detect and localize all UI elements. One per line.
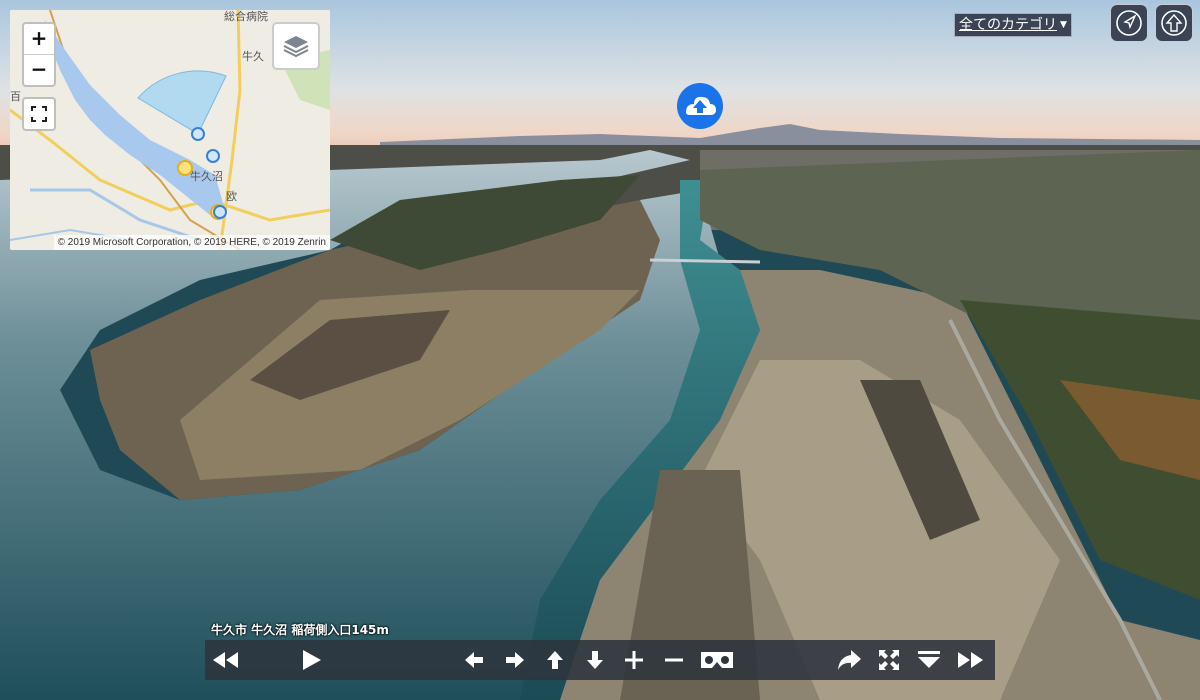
map-label-ushiku: 牛久 bbox=[242, 50, 264, 63]
pan-down-icon bbox=[587, 651, 603, 669]
map-attribution: © 2019 Microsoft Corporation, © 2019 HER… bbox=[53, 235, 330, 250]
share-button[interactable] bbox=[835, 646, 863, 674]
zoom-control: + − bbox=[22, 22, 56, 87]
fullscreen-button[interactable] bbox=[875, 646, 903, 674]
layers-icon bbox=[283, 36, 309, 58]
category-dropdown[interactable]: 全てのカテゴリ ▼ bbox=[954, 13, 1072, 37]
vr-mode-button[interactable] bbox=[699, 646, 735, 674]
fast-forward-button[interactable] bbox=[957, 646, 985, 674]
control-toolbar bbox=[205, 640, 995, 680]
up-arrow-icon bbox=[1161, 10, 1187, 36]
menu-down-button[interactable] bbox=[915, 646, 943, 674]
rewind-button[interactable] bbox=[211, 646, 239, 674]
up-button[interactable] bbox=[1155, 4, 1193, 42]
category-label: 全てのカテゴリ bbox=[959, 17, 1057, 33]
pan-down-button[interactable] bbox=[581, 646, 609, 674]
share-icon bbox=[838, 650, 861, 670]
dropdown-arrow-icon: ▼ bbox=[1060, 20, 1067, 30]
menu-down-icon bbox=[918, 651, 940, 668]
zoom-out-button[interactable]: − bbox=[24, 55, 54, 85]
map-label-ushikunuma: 牛久沼 bbox=[190, 170, 223, 183]
pan-left-icon bbox=[465, 652, 483, 668]
map-label-kanji: 欧 bbox=[226, 190, 237, 203]
fullscreen-icon bbox=[879, 650, 899, 670]
zoom-in-icon bbox=[625, 651, 643, 669]
pan-right-icon bbox=[506, 652, 524, 668]
pan-up-button[interactable] bbox=[541, 646, 569, 674]
zoom-out-icon bbox=[665, 658, 683, 662]
map-label-left: 百 bbox=[10, 90, 21, 103]
zoom-in-button[interactable]: + bbox=[24, 24, 54, 55]
vr-cardboard-icon bbox=[701, 652, 733, 668]
zoom-in-toolbar-button[interactable] bbox=[620, 646, 648, 674]
navigate-icon bbox=[1116, 10, 1142, 36]
fast-forward-icon bbox=[958, 652, 983, 668]
fullscreen-icon bbox=[31, 106, 47, 122]
hotspot-navigation-icon[interactable] bbox=[676, 82, 724, 130]
rewind-icon bbox=[213, 652, 238, 668]
zoom-out-toolbar-button[interactable] bbox=[660, 646, 688, 674]
minimap[interactable]: 総合病院 牛久 牛久沼 欧 百 + − © 2019 Microsoft Cor… bbox=[10, 10, 330, 250]
pan-left-button[interactable] bbox=[460, 646, 488, 674]
pan-right-button[interactable] bbox=[501, 646, 529, 674]
location-label: 牛久市 牛久沼 稲荷側入口145m bbox=[211, 623, 389, 637]
play-icon bbox=[303, 650, 321, 670]
map-fullscreen-button[interactable] bbox=[22, 97, 56, 131]
layers-button[interactable] bbox=[272, 22, 320, 70]
map-label-hospital: 総合病院 bbox=[224, 10, 268, 23]
play-button[interactable] bbox=[297, 646, 325, 674]
navigate-button[interactable] bbox=[1110, 4, 1148, 42]
pan-up-icon bbox=[547, 651, 563, 669]
